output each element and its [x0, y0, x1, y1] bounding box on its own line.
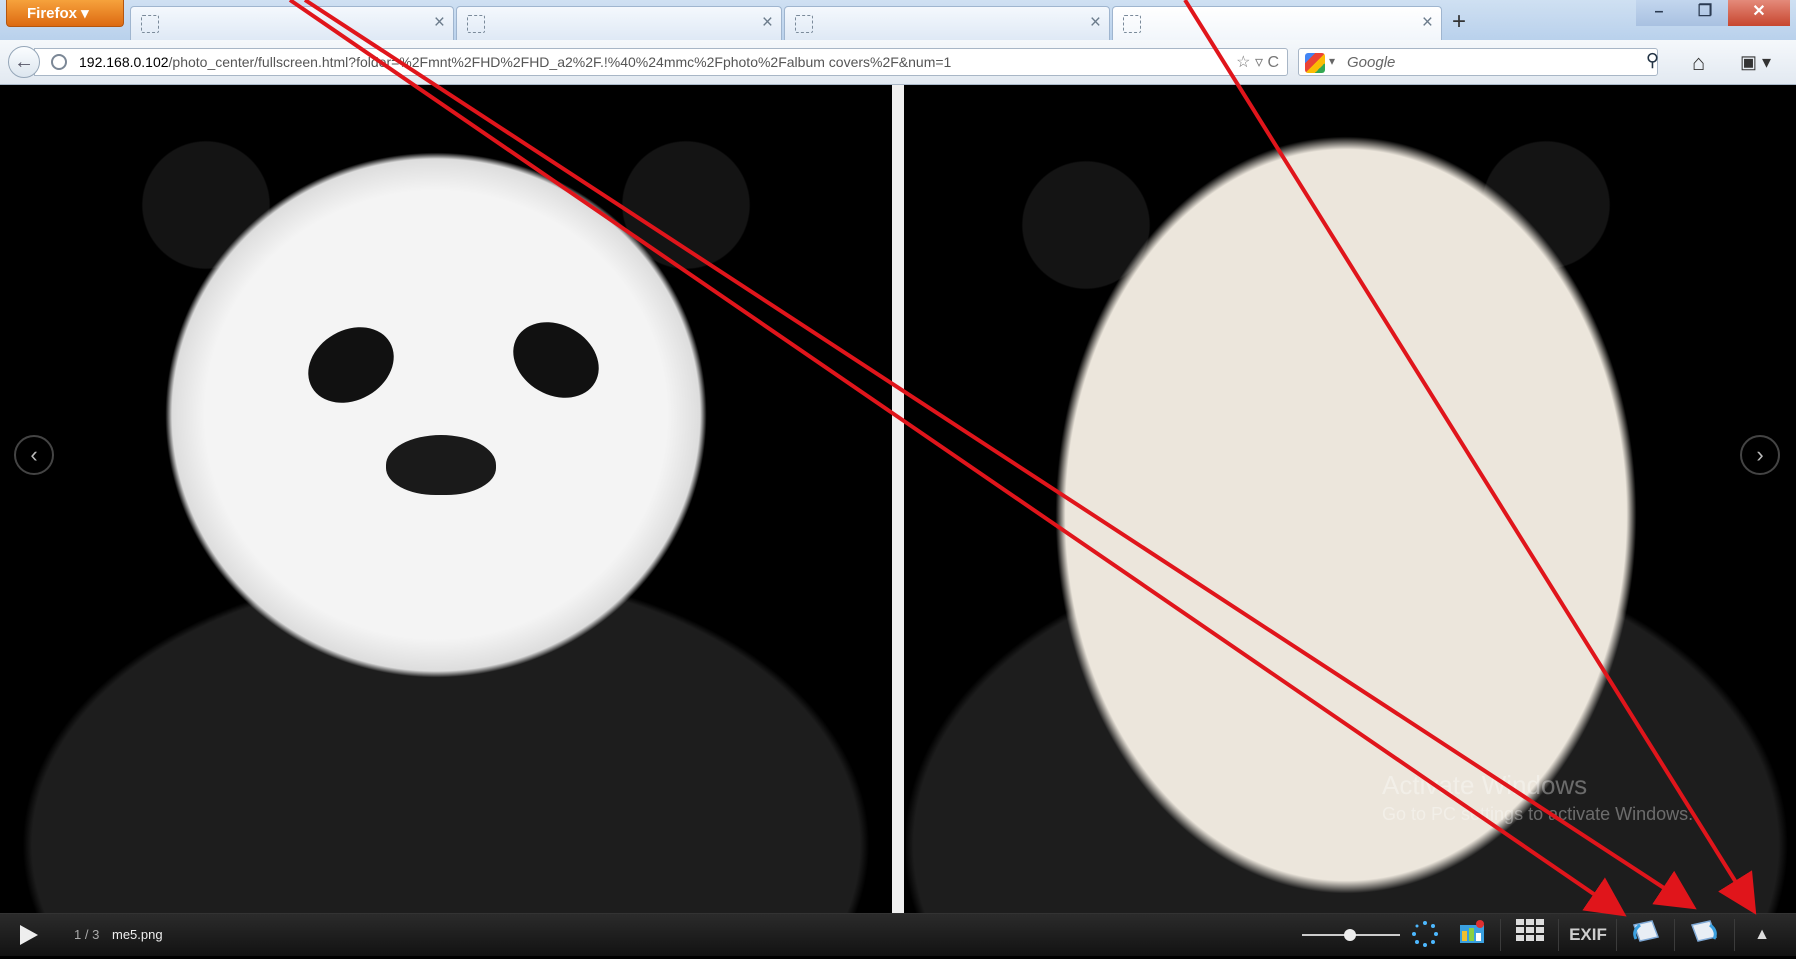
title-bar: Firefox ▾ × × × × + – ❐ ✕	[0, 0, 1796, 40]
browser-tab[interactable]: ×	[130, 6, 454, 40]
url-host: 192.168.0.102	[79, 54, 169, 70]
play-slideshow-icon[interactable]	[20, 925, 38, 945]
panda-front-photo	[6, 85, 890, 913]
search-box[interactable]: ▾ Google ⚲	[1298, 48, 1659, 76]
map-icon[interactable]	[1452, 919, 1492, 951]
browser-tab[interactable]: ×	[456, 6, 782, 40]
url-bar-icons[interactable]: ☆ ▿ C	[1236, 52, 1279, 72]
toolbar-separator	[1500, 919, 1501, 951]
blank-page-icon	[467, 15, 485, 33]
window-controls: – ❐ ✕	[1636, 0, 1790, 28]
blank-page-icon	[795, 15, 813, 33]
image-filename: me5.png	[112, 927, 163, 942]
bookmarks-icon[interactable]: ▣ ▾	[1740, 52, 1771, 73]
activate-windows-subtitle: Go to PC settings to activate Windows.	[1382, 804, 1694, 824]
new-tab-button[interactable]: +	[1444, 8, 1474, 38]
panda-eye-patch	[499, 307, 613, 413]
globe-icon	[51, 54, 67, 70]
search-icon[interactable]: ⚲	[1646, 50, 1659, 71]
toolbar-separator	[1674, 919, 1675, 951]
navigation-bar: 192.168.0.102/photo_center/fullscreen.ht…	[0, 40, 1796, 85]
firefox-menu-button[interactable]: Firefox ▾	[6, 0, 124, 27]
minimize-button[interactable]: –	[1636, 0, 1682, 26]
blank-page-icon	[141, 15, 159, 33]
browser-tab-active[interactable]: ×	[1112, 6, 1442, 40]
zoom-slider-knob[interactable]	[1344, 929, 1356, 941]
exif-button[interactable]: EXIF	[1568, 919, 1608, 951]
collapse-toolbar-button[interactable]: ▲	[1742, 919, 1782, 951]
blank-page-icon	[1123, 15, 1141, 33]
grid-view-icon[interactable]	[1510, 919, 1550, 951]
image-divider	[892, 85, 904, 913]
toolbar-separator	[1734, 919, 1735, 951]
url-path: /photo_center/fullscreen.html?folder=%2F…	[168, 54, 952, 70]
tab-close-icon[interactable]: ×	[1422, 12, 1433, 34]
rotate-left-icon[interactable]	[1626, 919, 1666, 951]
search-placeholder: Google	[1347, 54, 1396, 71]
activate-windows-title: Activate Windows	[1382, 770, 1588, 800]
zoom-slider[interactable]	[1302, 929, 1400, 941]
close-window-button[interactable]: ✕	[1728, 0, 1790, 26]
toolbar-separator	[1616, 919, 1617, 951]
viewer-toolbar: 1 / 3 me5.png EXIF ▲	[0, 913, 1796, 956]
back-button[interactable]: ←	[8, 46, 40, 78]
browser-tab[interactable]: ×	[784, 6, 1110, 40]
search-engine-dropdown-icon[interactable]: ▾	[1329, 54, 1335, 68]
rotate-right-icon[interactable]	[1684, 919, 1724, 951]
previous-image-button[interactable]: ‹	[14, 435, 54, 475]
panda-nose	[386, 435, 496, 495]
panda-eye-patch	[294, 312, 408, 418]
tab-close-icon[interactable]: ×	[762, 12, 773, 34]
tab-close-icon[interactable]: ×	[434, 12, 445, 34]
tab-close-icon[interactable]: ×	[1090, 12, 1101, 34]
url-text[interactable]: 192.168.0.102/photo_center/fullscreen.ht…	[79, 54, 951, 70]
next-image-button[interactable]: ›	[1740, 435, 1780, 475]
image-counter: 1 / 3	[74, 927, 100, 942]
loading-spinner-icon[interactable]	[1405, 919, 1445, 951]
url-bar[interactable]: 192.168.0.102/photo_center/fullscreen.ht…	[34, 48, 1288, 76]
panda-back-photo	[906, 85, 1796, 913]
toolbar-separator	[1558, 919, 1559, 951]
google-icon[interactable]	[1305, 53, 1325, 73]
home-icon[interactable]: ⌂	[1692, 50, 1705, 76]
maximize-button[interactable]: ❐	[1682, 0, 1728, 26]
